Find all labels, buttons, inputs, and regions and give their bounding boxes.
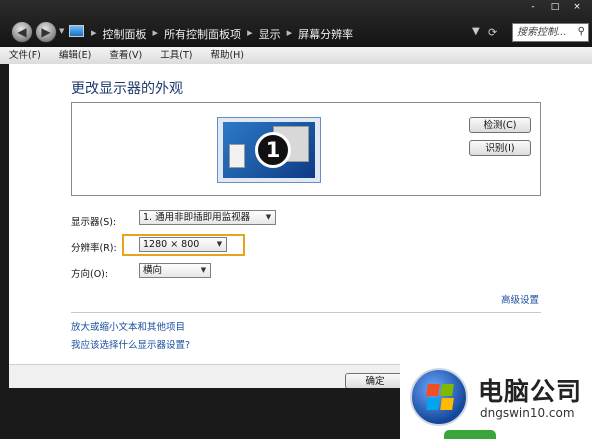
chevron-down-icon: ▼ [216,240,223,248]
menu-help[interactable]: 帮助(H) [201,47,253,64]
windows-logo-icon [410,368,468,426]
resolution-label: 分辨率(R): [71,243,117,254]
back-arrow-icon: ◀ [17,25,27,39]
title-bar: - □ × ◀ ▶ ▼ ▸ 控制面板 ▸ 所有控制面板项 ▸ 显示 ▸ 屏幕分辨… [0,0,592,47]
text-size-link[interactable]: 放大或缩小文本和其他项目 [71,319,185,333]
menu-file[interactable]: 文件(F) [0,47,50,64]
search-icon[interactable]: ⚲ [578,25,585,38]
orientation-label: 方向(O): [71,269,109,280]
monitor-screen: 1 [223,122,315,178]
search-input[interactable]: 搜索控制... ⚲ [512,23,589,42]
chevron-down-icon: ▼ [200,266,207,274]
forward-button[interactable]: ▶ [35,21,57,43]
address-dropdown-icon[interactable]: ▼ [472,26,480,37]
divider [71,312,541,313]
display-label: 显示器(S): [71,217,117,228]
resolution-select-value: 1280 × 800 [143,239,200,250]
monitor-number-badge: 1 [255,132,291,168]
watermark-url: dngswin10.com [480,406,575,420]
breadcrumb-separator-icon: ▸ [247,26,253,39]
refresh-icon[interactable]: ⟳ [488,26,497,39]
breadcrumb: ▸ 控制面板 ▸ 所有控制面板项 ▸ 显示 ▸ 屏幕分辨率 [91,26,353,42]
close-button[interactable]: × [568,0,586,14]
display-select-value: 1. 通用非即插即用监视器 [143,212,251,223]
ok-button[interactable]: 确定 [345,373,405,389]
resolution-select[interactable]: 1280 × 800 ▼ [139,237,227,252]
monitor-1-thumbnail[interactable]: 1 [217,117,321,183]
menu-tools[interactable]: 工具(T) [151,47,201,64]
breadcrumb-all-items[interactable]: 所有控制面板项 [164,26,241,42]
watermark-title: 电脑公司 [478,377,583,406]
monitor-preview-panel: 1 检测(C) 识别(I) [71,102,541,196]
breadcrumb-separator-icon: ▸ [91,26,97,39]
chevron-down-icon: ▼ [265,213,272,221]
forward-arrow-icon: ▶ [41,25,51,39]
control-panel-icon [69,25,84,37]
recent-pages-dropdown-icon[interactable]: ▼ [59,27,64,35]
breadcrumb-separator-icon: ▸ [286,26,293,39]
watermark-decoration [444,430,496,439]
orientation-select[interactable]: 横向 ▼ [139,263,211,278]
breadcrumb-display[interactable]: 显示 [259,26,281,42]
breadcrumb-separator-icon: ▸ [152,26,159,39]
breadcrumb-control-panel[interactable]: 控制面板 [103,26,147,42]
menu-bar: 文件(F) 编辑(E) 查看(V) 工具(T) 帮助(H) [0,47,592,65]
minimize-button[interactable]: - [524,0,542,14]
main-content: 更改显示器的外观 1 检测(C) 识别(I) 显示器(S): 1. 通用非即插即… [9,64,592,364]
page-title: 更改显示器的外观 [71,81,183,97]
detect-button[interactable]: 检测(C) [469,117,531,133]
identify-button[interactable]: 识别(I) [469,140,531,156]
orientation-select-value: 横向 [143,265,163,276]
watermark: 电脑公司 dngswin10.com [400,362,592,439]
maximize-button[interactable]: □ [546,0,564,14]
menu-view[interactable]: 查看(V) [100,47,151,64]
window-left-edge [0,64,9,439]
window-controls: - □ × [524,0,586,14]
search-placeholder: 搜索控制... [517,27,567,38]
advanced-settings-link[interactable]: 高级设置 [501,292,539,306]
desktop-window-icon [229,144,245,168]
menu-edit[interactable]: 编辑(E) [50,47,100,64]
display-select[interactable]: 1. 通用非即插即用监视器 ▼ [139,210,276,225]
back-button[interactable]: ◀ [11,21,33,43]
breadcrumb-screen-resolution[interactable]: 屏幕分辨率 [298,26,353,42]
display-help-link[interactable]: 我应该选择什么显示器设置? [71,337,190,351]
